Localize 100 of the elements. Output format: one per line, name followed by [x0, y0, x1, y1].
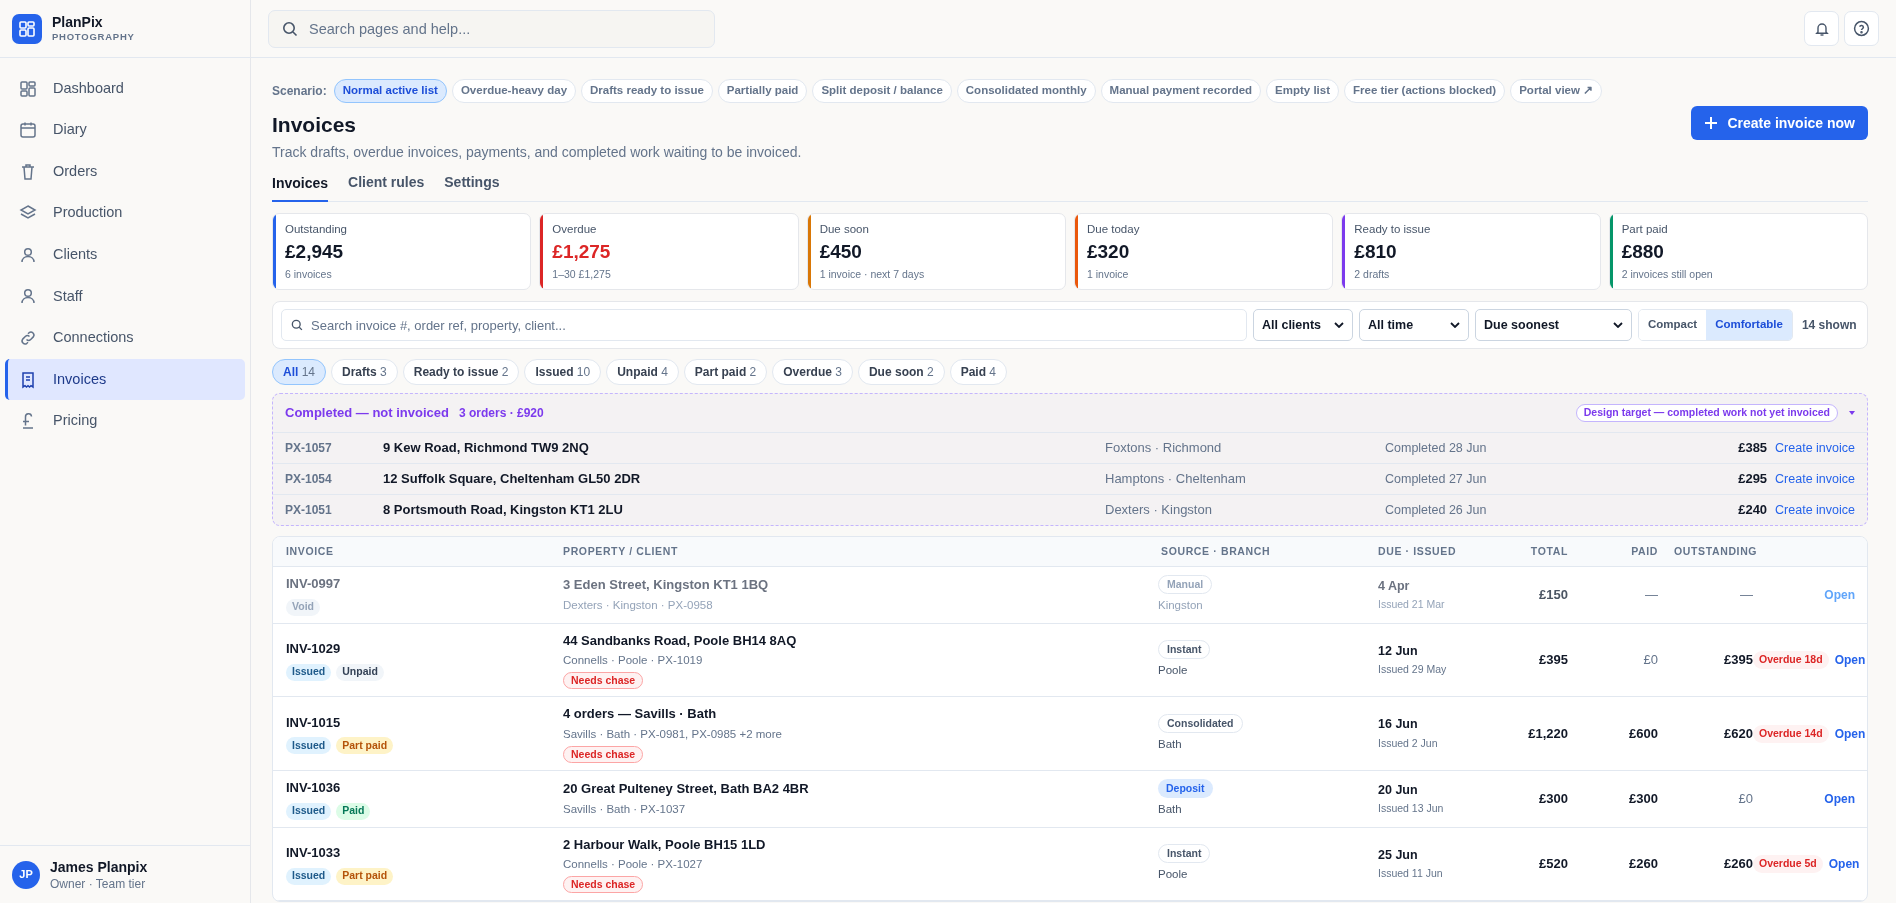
invoice-number: INV-1029 [286, 640, 342, 659]
issued-date: Issued 11 Jun [1378, 866, 1444, 882]
filter-chip[interactable]: Unpaid 4 [606, 359, 679, 385]
filter-chip[interactable]: Due soon 2 [857, 359, 945, 385]
caret-icon[interactable] [1849, 411, 1855, 415]
status-tag: Issued [286, 663, 332, 681]
open-link[interactable]: Open [1828, 854, 1860, 873]
brand-name: PlanPix [52, 13, 104, 30]
bin-icon [19, 162, 37, 181]
filter-chip[interactable]: Ready to issue 2 [402, 359, 520, 385]
stat-value: £880 [1621, 240, 1665, 264]
stat-value: £450 [819, 240, 863, 264]
due-date: 12 Jun [1378, 642, 1419, 660]
scenario-chip[interactable]: Portal view ↗ [1510, 79, 1603, 103]
paid-amount: £300 [1628, 790, 1658, 808]
invoice-search-field[interactable]: Search invoice #, order ref, property, client... [281, 309, 1247, 341]
filter-select[interactable]: Due soonest [1475, 309, 1632, 341]
issued-date: Issued 21 Mar [1378, 597, 1446, 613]
overdue-badge: Overdue 14d [1753, 724, 1829, 743]
sidebar-item[interactable]: Staff [5, 275, 245, 317]
open-link[interactable]: Open [1834, 650, 1866, 669]
stat-label: Outstanding [285, 222, 348, 236]
page-subtitle: Track drafts, overdue invoices, payments, and completed work waiting to be invoiced. [272, 143, 802, 161]
sidebar-item[interactable]: Invoices [5, 359, 245, 401]
create-invoice-link[interactable]: Create invoice [1775, 438, 1855, 458]
column-header: PAID [1630, 543, 1658, 559]
scenario-chip[interactable]: Consolidated monthly [956, 79, 1096, 103]
order-client: Foxtons · Richmond [1105, 439, 1223, 458]
issued-date: Issued 13 Jun [1378, 801, 1445, 817]
stat-value: £810 [1354, 240, 1398, 264]
sidebar-item[interactable]: Diary [5, 109, 245, 151]
tab[interactable]: Invoices [272, 172, 329, 202]
filter-chip[interactable]: Drafts 3 [331, 359, 398, 385]
paid-amount: £600 [1628, 724, 1658, 743]
order-address: 12 Suffolk Square, Cheltenham GL50 2DR [383, 470, 642, 489]
order-amount: £385 [1738, 439, 1768, 458]
notifications-button[interactable] [1804, 11, 1839, 46]
scenario-label: Scenario: [272, 83, 327, 100]
open-link[interactable]: Open [1834, 724, 1866, 743]
stat-value: £2,945 [285, 240, 345, 264]
stat-note: 2 invoices still open [1621, 267, 1714, 281]
outstanding-amount: £395 [1723, 651, 1753, 670]
status-tag: Issued [286, 867, 332, 885]
status-tag: Part paid [336, 737, 394, 755]
property-address: 44 Sandbanks Road, Poole BH14 8AQ [563, 631, 798, 650]
outstanding-amount: £0 [1737, 790, 1753, 808]
page-title: Invoices [272, 112, 358, 138]
person-icon [19, 245, 37, 264]
scenario-chip[interactable]: Empty list [1266, 79, 1340, 103]
paid-amount: £0 [1642, 651, 1658, 670]
sidebar-item[interactable]: Orders [5, 151, 245, 193]
source-tag: Deposit [1158, 779, 1213, 799]
filter-chip[interactable]: All 14 [272, 359, 327, 385]
filter-select[interactable]: All clients [1253, 309, 1353, 341]
status-tag: Issued [286, 802, 332, 820]
overdue-badge: Overdue 5d [1753, 854, 1823, 873]
filter-chip[interactable]: Overdue 3 [772, 359, 853, 385]
sidebar-item[interactable]: Production [5, 192, 245, 234]
create-invoice-button[interactable]: Create invoice now [1691, 106, 1868, 140]
source-tag: Consolidated [1158, 714, 1243, 733]
density-toggle[interactable]: Comfortable [1706, 310, 1792, 340]
sidebar-item[interactable]: Clients [5, 234, 245, 276]
brand-tagline: PHOTOGRAPHY [52, 29, 135, 44]
property-address: 4 orders — Savills · Bath [563, 705, 718, 724]
scenario-chip[interactable]: Split deposit / balance [812, 79, 952, 103]
calendar-icon [19, 121, 37, 140]
create-invoice-link[interactable]: Create invoice [1775, 469, 1855, 489]
invoice-number: INV-1036 [286, 779, 342, 797]
grid-icon [19, 79, 37, 98]
search-field[interactable]: Search pages and help... [268, 9, 715, 48]
sidebar-item[interactable]: Dashboard [5, 68, 245, 109]
filter-chip[interactable]: Part paid 2 [683, 359, 768, 385]
scenario-chip[interactable]: Drafts ready to issue [581, 79, 713, 103]
open-link[interactable]: Open [1824, 789, 1855, 808]
scenario-chip[interactable]: Partially paid [717, 79, 808, 103]
stat-note: 1 invoice [1087, 267, 1130, 281]
invoice-number: INV-1015 [286, 713, 342, 732]
tab[interactable]: Client rules [348, 172, 425, 201]
chevron-down-icon [1334, 322, 1344, 328]
user-avatar[interactable]: JP [12, 860, 40, 889]
stat-label: Part paid [1621, 222, 1669, 236]
scenario-chip[interactable]: Free tier (actions blocked) [1344, 79, 1506, 103]
filter-select[interactable]: All time [1359, 309, 1469, 341]
help-button[interactable] [1844, 11, 1879, 46]
scenario-chip[interactable]: Manual payment recorded [1100, 79, 1262, 103]
column-header: DUE · ISSUED [1378, 543, 1458, 559]
order-amount: £240 [1738, 501, 1768, 520]
search-icon [282, 20, 298, 37]
sidebar-item[interactable]: Connections [5, 317, 245, 359]
filter-chip[interactable]: Paid 4 [949, 359, 1008, 385]
bell-icon [1813, 20, 1830, 37]
create-invoice-link[interactable]: Create invoice [1775, 500, 1855, 520]
scenario-chip[interactable]: Normal active list [333, 79, 447, 103]
filter-chip[interactable]: Issued 10 [524, 359, 602, 385]
tab[interactable]: Settings [444, 172, 500, 201]
scenario-chip[interactable]: Overdue-heavy day [451, 79, 577, 103]
total-amount: £395 [1538, 651, 1568, 670]
sidebar-item[interactable]: Pricing [5, 400, 245, 442]
column-header: SOURCE · BRANCH [1160, 543, 1272, 559]
branch-name: Poole [1158, 663, 1188, 679]
